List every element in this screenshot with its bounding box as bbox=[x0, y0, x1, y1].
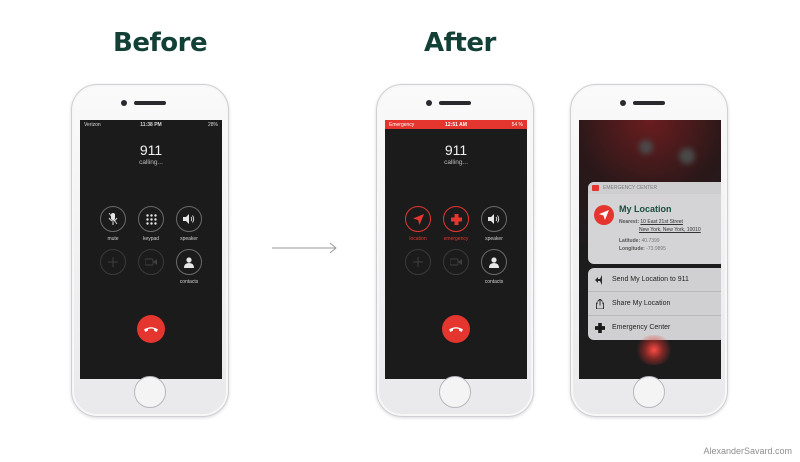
keypad-icon bbox=[145, 213, 157, 225]
mute-label: mute bbox=[107, 236, 119, 242]
earpiece bbox=[134, 101, 166, 105]
location-button[interactable] bbox=[405, 206, 431, 232]
status-bar: Verizon 11:38 PM 28% bbox=[80, 120, 222, 129]
credit-text: AlexanderSavard.com bbox=[703, 446, 792, 456]
battery-level: 54 % bbox=[511, 122, 523, 128]
speaker-label: speaker bbox=[485, 236, 503, 242]
emergency-app-icon bbox=[592, 185, 599, 191]
nearest-address[interactable]: 10 East 21st Street bbox=[640, 219, 683, 225]
hang-up-icon bbox=[449, 327, 463, 332]
card-header-label: EMERGENCY CENTER bbox=[603, 185, 658, 191]
speaker-button[interactable] bbox=[176, 206, 202, 232]
add-call-icon bbox=[413, 257, 423, 267]
contacts-icon bbox=[184, 256, 194, 268]
phone-after-location: EMERGENCY CENTER My Location Nearest: 10… bbox=[570, 84, 728, 417]
call-status: calling... bbox=[139, 159, 163, 166]
share-location-action[interactable]: Share My Location bbox=[588, 292, 721, 316]
longitude-row: Longitude: -73.9895 bbox=[619, 246, 666, 252]
arrow-right-icon bbox=[272, 242, 337, 254]
latitude-value: 40.7399 bbox=[641, 238, 660, 244]
contacts-label: contacts bbox=[179, 279, 199, 285]
call-status: calling... bbox=[444, 159, 468, 166]
medical-cross-icon bbox=[595, 323, 605, 333]
add-call-button[interactable] bbox=[100, 249, 126, 275]
front-camera bbox=[620, 100, 626, 106]
mute-button[interactable] bbox=[100, 206, 126, 232]
facetime-icon bbox=[450, 258, 462, 266]
nearest-address-line1: Nearest: 10 East 21st Street bbox=[619, 219, 683, 225]
add-call-button[interactable] bbox=[405, 249, 431, 275]
card-title: My Location bbox=[619, 204, 672, 214]
front-camera bbox=[121, 100, 127, 106]
battery-level: 28% bbox=[207, 122, 218, 128]
latitude-row: Latitude: 40.7399 bbox=[619, 238, 660, 244]
facetime-button[interactable] bbox=[443, 249, 469, 275]
home-button[interactable] bbox=[633, 376, 665, 408]
speaker-label: speaker bbox=[180, 236, 198, 242]
call-screen-after: Emergency 12:51 AM 54 % 911 calling... l… bbox=[385, 120, 527, 379]
call-screen-before: Verizon 11:38 PM 28% 911 calling... mute… bbox=[80, 120, 222, 379]
contacts-button[interactable] bbox=[481, 249, 507, 275]
phone-after-call: Emergency 12:51 AM 54 % 911 calling... l… bbox=[376, 84, 534, 417]
share-icon bbox=[596, 299, 604, 309]
speaker-button[interactable] bbox=[481, 206, 507, 232]
nearest-city[interactable]: New York, New York, 10010 bbox=[639, 227, 701, 233]
contacts-label: contacts bbox=[484, 279, 504, 285]
location-arrow-icon bbox=[412, 213, 424, 225]
add-call-icon bbox=[108, 257, 118, 267]
end-call-glow bbox=[634, 335, 674, 365]
longitude-label: Longitude: bbox=[619, 246, 645, 252]
after-heading: After bbox=[424, 28, 496, 58]
emergency-button[interactable] bbox=[443, 206, 469, 232]
blurred-button bbox=[679, 148, 695, 164]
end-call-button[interactable] bbox=[442, 315, 470, 343]
facetime-button[interactable] bbox=[138, 249, 164, 275]
send-location-action[interactable]: Send My Location to 911 bbox=[588, 268, 721, 292]
latitude-label: Latitude: bbox=[619, 238, 641, 244]
status-time: 12:51 AM bbox=[445, 122, 467, 128]
send-location-label: Send My Location to 911 bbox=[612, 276, 689, 283]
emergency-label: emergency bbox=[443, 236, 469, 242]
status-time: 11:38 PM bbox=[140, 122, 162, 128]
my-location-card: EMERGENCY CENTER My Location Nearest: 10… bbox=[588, 182, 721, 264]
hang-up-icon bbox=[144, 327, 158, 332]
dialed-number: 911 bbox=[139, 142, 163, 158]
front-camera bbox=[426, 100, 432, 106]
speaker-icon bbox=[488, 214, 500, 224]
nearest-address-line2: New York, New York, 10010 bbox=[639, 227, 701, 233]
earpiece bbox=[633, 101, 665, 105]
earpiece bbox=[439, 101, 471, 105]
location-label: location bbox=[409, 236, 427, 242]
send-location-icon bbox=[595, 275, 602, 285]
end-call-button[interactable] bbox=[137, 315, 165, 343]
contacts-icon bbox=[489, 256, 499, 268]
emergency-status-bar: Emergency 12:51 AM 54 % bbox=[385, 120, 527, 129]
medical-cross-icon bbox=[450, 213, 462, 225]
card-header: EMERGENCY CENTER bbox=[588, 182, 721, 194]
dialed-number: 911 bbox=[444, 142, 468, 158]
location-screen: EMERGENCY CENTER My Location Nearest: 10… bbox=[579, 120, 721, 379]
location-actions-menu: Send My Location to 911 Share My Locatio… bbox=[588, 268, 721, 340]
blurred-button bbox=[639, 140, 653, 154]
nearest-label: Nearest: bbox=[619, 219, 640, 225]
emergency-center-label: Emergency Center bbox=[612, 324, 671, 331]
share-location-label: Share My Location bbox=[612, 300, 671, 307]
keypad-button[interactable] bbox=[138, 206, 164, 232]
before-heading: Before bbox=[113, 28, 208, 58]
location-arrow-icon bbox=[599, 210, 609, 220]
home-button[interactable] bbox=[134, 376, 166, 408]
keypad-label: keypad bbox=[142, 236, 160, 242]
location-pin bbox=[594, 205, 614, 225]
longitude-value: -73.9895 bbox=[646, 246, 666, 252]
home-button[interactable] bbox=[439, 376, 471, 408]
mic-mute-icon bbox=[108, 213, 118, 225]
facetime-icon bbox=[145, 258, 157, 266]
contacts-button[interactable] bbox=[176, 249, 202, 275]
speaker-icon bbox=[183, 214, 195, 224]
phone-before: Verizon 11:38 PM 28% 911 calling... mute… bbox=[71, 84, 229, 417]
